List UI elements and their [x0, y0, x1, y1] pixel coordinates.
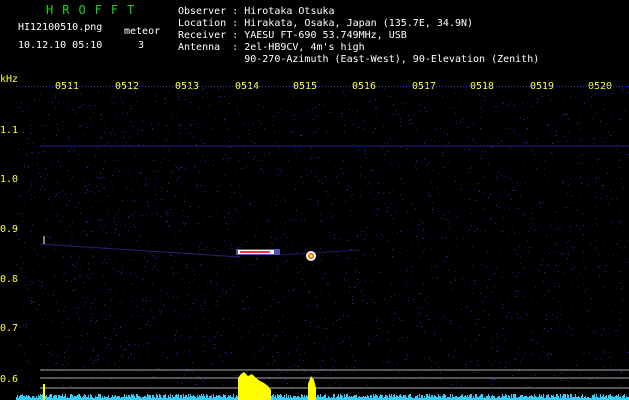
spectrogram: [16, 86, 629, 400]
meteor-echo: [236, 249, 280, 255]
faint-trace: [39, 243, 241, 258]
signal-floor: [16, 394, 629, 400]
noise-field: [16, 86, 629, 389]
meteor-echo: [306, 251, 316, 261]
faint-trace: [279, 249, 361, 256]
